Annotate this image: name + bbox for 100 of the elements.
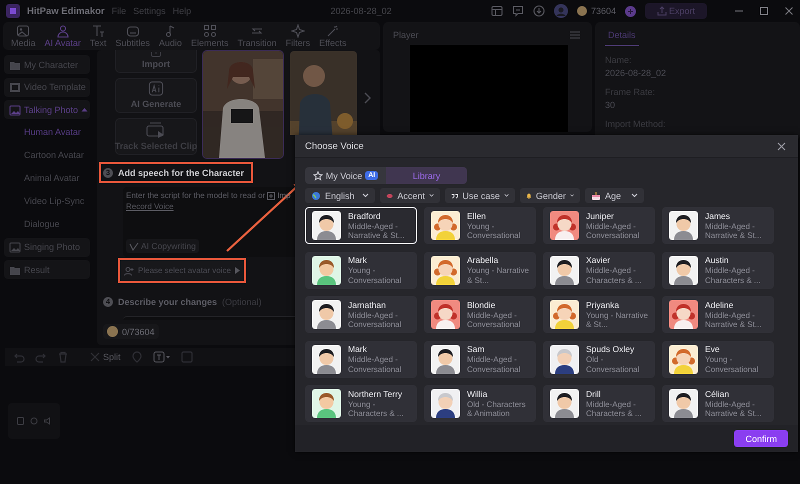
- voice-card[interactable]: Eve Young - Conversational: [662, 340, 774, 378]
- redo-icon[interactable]: [35, 351, 47, 363]
- details-tab[interactable]: Details: [605, 26, 639, 46]
- voice-name: Jarnathan: [348, 300, 387, 310]
- sidebar-subitem[interactable]: Dialogue: [4, 214, 97, 234]
- avatar-icon: [669, 256, 698, 284]
- sidebar-subitem[interactable]: Video Lip-Sync: [4, 192, 97, 211]
- sidebar-subitem[interactable]: Human Avatar: [4, 122, 97, 142]
- voice-name: Célian: [705, 388, 730, 399]
- voice-card[interactable]: Juniper Middle-Aged - Conversational: [543, 207, 655, 244]
- menu-icon[interactable]: [570, 31, 580, 39]
- person-add-icon: [124, 266, 134, 276]
- bell-icon: [526, 190, 532, 200]
- add-icon[interactable]: [624, 6, 636, 16]
- export-button[interactable]: Export: [644, 3, 707, 19]
- layout-icon[interactable]: [490, 5, 503, 17]
- confirm-button[interactable]: Confirm: [734, 430, 788, 447]
- voice-description: Middle-Aged - Narrative & St...: [705, 222, 762, 240]
- voice-card[interactable]: Xavier Middle-Aged - Characters & ...: [543, 252, 655, 288]
- close-icon[interactable]: [784, 6, 794, 16]
- speaker-icon[interactable]: [44, 417, 52, 425]
- create-button[interactable]: AI Generate: [115, 78, 197, 113]
- marker-icon[interactable]: [130, 351, 143, 363]
- credits-count: 0/73604: [122, 326, 155, 336]
- filter-dropdown[interactable]: English: [305, 188, 375, 203]
- project-title: 2026-08-28_02: [330, 6, 393, 16]
- voice-source-tab[interactable]: Library: [386, 167, 467, 184]
- voice-card[interactable]: Spuds Oxley Old - Conversational: [543, 340, 655, 378]
- voice-card[interactable]: Mark Middle-Aged - Conversational: [305, 340, 417, 378]
- filter-dropdown[interactable]: Use case: [445, 188, 515, 203]
- voice-card[interactable]: Sam Middle-Aged - Conversational: [424, 340, 536, 378]
- voice-card[interactable]: Priyanka Young - Narrative & St...: [543, 296, 655, 333]
- voice-card[interactable]: Adeline Middle-Aged - Narrative & St...: [662, 296, 774, 333]
- voice-card[interactable]: Ellen Young - Conversational: [424, 207, 536, 244]
- voice-card[interactable]: Austin Middle-Aged - Characters & ...: [662, 252, 774, 288]
- voice-card[interactable]: Willia Old - Characters & Animation: [424, 385, 536, 422]
- toolbar-tab[interactable]: Filters: [282, 22, 314, 50]
- sidebar-subitem[interactable]: Cartoon Avatar: [4, 146, 97, 165]
- voice-description: Middle-Aged - Conversational: [348, 310, 402, 330]
- upload-icon: [656, 6, 667, 16]
- import-icon[interactable]: [267, 192, 276, 200]
- avatar-icon: [431, 344, 460, 374]
- voice-card[interactable]: James Middle-Aged - Narrative & St...: [662, 207, 774, 244]
- voice-card[interactable]: Drill Middle-Aged - Characters & ...: [543, 385, 655, 422]
- trash-icon[interactable]: [57, 351, 69, 363]
- avatar-icon: [312, 300, 341, 329]
- voice-name: Mark: [348, 255, 368, 266]
- avatar-icon: [550, 256, 579, 284]
- scissors-icon: [89, 351, 101, 363]
- create-button[interactable]: Import: [115, 50, 197, 73]
- user-avatar-icon[interactable]: [554, 4, 568, 18]
- photo-icon: [9, 104, 21, 116]
- voice-card[interactable]: Arabella Young - Narrative & St...: [424, 252, 536, 288]
- avatar-icon: [431, 256, 460, 284]
- voice-description: Old - Characters & Animation: [467, 400, 527, 418]
- toolbar-tab[interactable]: Subtitles: [111, 22, 154, 50]
- text-box-icon[interactable]: [152, 351, 171, 363]
- voice-card[interactable]: Mark Young - Conversational: [305, 252, 417, 288]
- split-button[interactable]: Split: [103, 352, 121, 362]
- toolbar-tab[interactable]: Media: [7, 22, 40, 50]
- toolbar-tab[interactable]: Audio: [154, 22, 186, 50]
- voice-name: Sam: [467, 344, 486, 354]
- sidebar-item[interactable]: Talking Photo: [4, 100, 90, 119]
- voice-description: Young - Conversational: [348, 266, 402, 285]
- voice-card[interactable]: Blondie Middle-Aged - Conversational: [424, 296, 536, 333]
- toolbar-tab[interactable]: Effects: [315, 22, 351, 50]
- chevron-icon: [631, 193, 638, 198]
- toolbar-tab[interactable]: Text: [86, 22, 110, 50]
- voice-card[interactable]: Bradford Middle-Aged - Narrative & St...: [305, 207, 417, 244]
- maximize-icon[interactable]: [759, 6, 769, 16]
- voice-name: Bradford: [348, 210, 382, 221]
- filter-dropdown[interactable]: Accent: [380, 188, 440, 203]
- record-voice-link[interactable]: Record Voice: [126, 202, 174, 211]
- avatar-icon: [669, 389, 698, 418]
- chevron-icon: [362, 193, 369, 198]
- chat-icon[interactable]: [512, 5, 524, 17]
- ai-icon: [146, 81, 166, 97]
- monitor-play-icon: [146, 122, 166, 139]
- close-icon[interactable]: [777, 142, 786, 150]
- sidebar-subitem[interactable]: Animal Avatar: [4, 168, 97, 188]
- filter-dropdown[interactable]: Age: [585, 188, 644, 203]
- voice-card[interactable]: Jarnathan Middle-Aged - Conversational: [305, 296, 417, 333]
- voice-card[interactable]: Northern Terry Young - Characters & ...: [305, 385, 417, 422]
- voice-name: Spuds Oxley: [586, 344, 636, 354]
- voice-name: Priyanka: [586, 300, 620, 310]
- panel-icon[interactable]: [180, 351, 193, 363]
- download-icon[interactable]: [532, 5, 545, 17]
- voice-description: Young - Conversational: [467, 222, 522, 240]
- avatar-icon: [669, 344, 698, 374]
- undo-icon[interactable]: [13, 351, 25, 363]
- toolbar-tab[interactable]: Elements: [186, 22, 232, 50]
- star-icon: [312, 170, 323, 180]
- voice-card[interactable]: Célian Middle-Aged - Narrative & St...: [662, 385, 774, 422]
- filter-dropdown[interactable]: Gender: [520, 188, 580, 203]
- toolbar-tab[interactable]: Transition: [233, 22, 281, 50]
- toolbar-tab[interactable]: AI Avatar: [40, 22, 85, 50]
- photo-icon: [9, 241, 21, 253]
- caption-icon: [126, 24, 140, 38]
- voice-description: Middle-Aged - Characters & ...: [586, 400, 643, 418]
- avatar-icon: [550, 300, 579, 329]
